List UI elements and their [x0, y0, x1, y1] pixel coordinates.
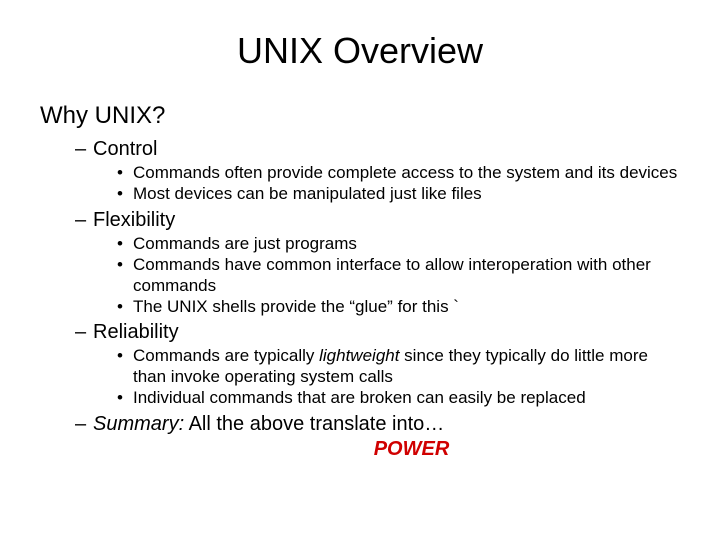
item-summary: Summary: All the above translate into… P… — [75, 413, 680, 461]
sub-item: Individual commands that are broken can … — [117, 388, 680, 408]
bullet-list: Control Commands often provide complete … — [40, 138, 680, 461]
item-label: Reliability — [93, 321, 179, 343]
text-emphasis: lightweight — [319, 346, 399, 365]
sub-item: Commands often provide complete access t… — [117, 163, 680, 183]
item-flexibility: Flexibility Commands are just programs C… — [75, 209, 680, 318]
slide-heading: Why UNIX? — [40, 102, 680, 130]
sub-item: Most devices can be manipulated just lik… — [117, 184, 680, 204]
sub-item: Commands have common interface to allow … — [117, 255, 680, 296]
item-control: Control Commands often provide complete … — [75, 138, 680, 205]
summary-label: Summary: — [93, 413, 184, 435]
slide: UNIX Overview Why UNIX? Control Commands… — [0, 0, 720, 540]
sub-item: The UNIX shells provide the “glue” for t… — [117, 297, 680, 317]
sub-list: Commands often provide complete access t… — [93, 163, 680, 205]
slide-title: UNIX Overview — [40, 30, 680, 72]
item-label: Flexibility — [93, 209, 175, 231]
text-fragment: Commands are typically — [133, 346, 319, 365]
power-text: POWER — [143, 438, 680, 461]
sub-item: Commands are typically lightweight since… — [117, 346, 680, 387]
item-label: Control — [93, 138, 157, 160]
sub-list: Commands are just programs Commands have… — [93, 234, 680, 318]
summary-text: All the above translate into… — [184, 413, 444, 435]
item-reliability: Reliability Commands are typically light… — [75, 321, 680, 408]
sub-item: Commands are just programs — [117, 234, 680, 254]
sub-list: Commands are typically lightweight since… — [93, 346, 680, 408]
